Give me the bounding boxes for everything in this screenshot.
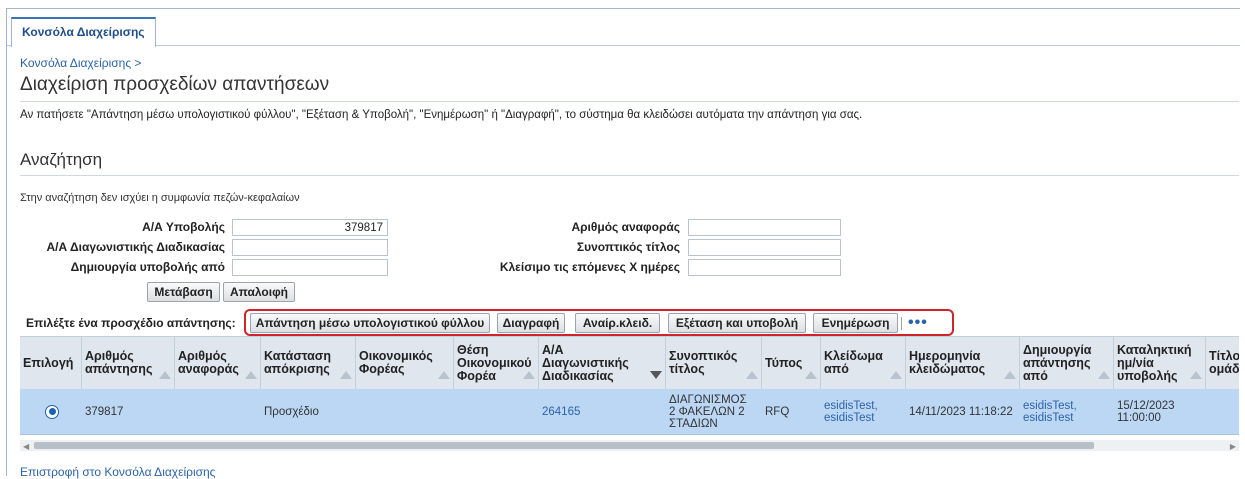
closing-days-label: Κλείσιμο τις επόμενες Χ ημέρες <box>499 260 680 274</box>
page-title: Διαχείριση προσχεδίων απαντήσεων <box>20 74 330 95</box>
cell-supplier-site <box>454 389 539 434</box>
col-header-lock-date[interactable]: Ημερομηνία κλειδώματος <box>906 337 1020 389</box>
cell-response-no: 379817 <box>85 405 124 418</box>
col-header-locked-by[interactable]: Κλείδωμα από <box>821 337 906 389</box>
col-header-competition-no[interactable]: Α/Α Διαγωνιστικής Διαδικασίας <box>539 337 666 389</box>
sort-icon[interactable] <box>890 371 902 379</box>
cell-lock-date: 14/11/2023 11:18:22 <box>909 405 1013 418</box>
cell-type: RFQ <box>765 405 790 418</box>
col-header-response-no[interactable]: Αριθμός απάντησης <box>82 337 175 389</box>
sort-icon[interactable] <box>245 371 257 379</box>
reference-no-label: Αριθμός αναφοράς <box>571 220 680 234</box>
short-title-input[interactable] <box>688 239 841 256</box>
scroll-right-icon[interactable]: ▶ <box>1230 442 1236 451</box>
competition-id-label: Α/Α Διαγωνιστικής Διαδικασίας <box>46 240 225 254</box>
created-from-label: Δημιουργία υποβολής από <box>70 260 225 274</box>
spreadsheet-response-button[interactable]: Απάντηση μέσω υπολογιστικού φύλλου <box>250 313 490 333</box>
cell-group-title <box>1206 389 1239 434</box>
col-header-type[interactable]: Τύπος <box>762 337 821 389</box>
col-header-created-by[interactable]: Δημιουργία απάντησης από <box>1020 337 1114 389</box>
breadcrumb[interactable]: Κονσόλα Διαχείρισης > <box>20 56 141 70</box>
col-header-supplier[interactable]: Οικονομικός Φορέας <box>356 337 454 389</box>
col-header-close-date[interactable]: Καταληκτική ημ/νία υποβολής <box>1114 337 1206 389</box>
submission-id-input[interactable]: 379817 <box>232 219 388 236</box>
table-header: Επιλογή Αριθμός απάντησης Αριθμός αναφορ… <box>20 336 1239 390</box>
row-select-radio[interactable] <box>45 404 59 419</box>
search-note: Στην αναζήτηση δεν ισχύει η συμφωνία πεζ… <box>20 192 300 204</box>
competition-id-input[interactable] <box>232 239 388 256</box>
sort-icon[interactable] <box>1004 371 1016 379</box>
cell-created-by-link[interactable]: esidisTest, esidisTest <box>1020 389 1114 434</box>
cell-competition-no-link[interactable]: 264165 <box>539 389 666 434</box>
sort-icon[interactable] <box>1190 371 1202 379</box>
return-to-console-link[interactable]: Επιστροφή στο Κονσόλα Διαχείρισης <box>20 465 215 479</box>
col-header-reference-no[interactable]: Αριθμός αναφοράς <box>175 337 261 389</box>
sort-desc-icon[interactable] <box>650 371 662 379</box>
col-header-group-title[interactable]: Τίτλος ομάδ <box>1206 337 1239 389</box>
scrollbar-thumb[interactable] <box>34 442 1094 449</box>
go-button[interactable]: Μετάβαση <box>147 282 220 302</box>
review-submit-button[interactable]: Εξέταση και υποβολή <box>668 313 806 333</box>
scroll-left-icon[interactable]: ◀ <box>23 442 29 451</box>
cell-supplier <box>356 389 454 434</box>
sort-icon[interactable] <box>159 371 171 379</box>
cell-locked-by-link[interactable]: esidisTest, esidisTest <box>821 389 906 434</box>
col-header-short-title[interactable]: Συνοπτικός τίτλος <box>666 337 762 389</box>
sort-icon[interactable] <box>746 371 758 379</box>
cell-status: Προσχέδιο <box>264 405 319 418</box>
info-text: Αν πατήσετε "Απάντηση μέσω υπολογιστικού… <box>20 109 863 121</box>
horizontal-scrollbar[interactable]: ◀ ▶ <box>20 440 1239 451</box>
tab-admin-console[interactable]: Κονσόλα Διαχείρισης <box>11 17 156 47</box>
submission-id-label: Α/Α Υποβολής <box>142 220 225 234</box>
update-button[interactable]: Ενημέρωση <box>813 313 898 333</box>
row-select-cell[interactable] <box>20 389 82 434</box>
title-divider <box>20 101 1239 102</box>
more-actions-icon[interactable]: ••• <box>908 314 928 332</box>
cell-short-title: ΔΙΑΓΩΝΙΣΜΟΣ 2 ΦΑΚΕΛΩΝ 2 ΣΤΑΔΙΩΝ <box>669 393 747 430</box>
sort-icon[interactable] <box>340 371 352 379</box>
short-title-label: Συνοπτικός τίτλος <box>576 240 680 254</box>
created-from-input[interactable] <box>232 259 388 276</box>
table-row[interactable]: 379817 Προσχέδιο 264165 ΔΙΑΓΩΝΙΣΜΟΣ 2 ΦΑ… <box>20 389 1239 435</box>
clear-button[interactable]: Απαλοιφή <box>223 282 295 302</box>
unlock-button[interactable]: Αναίρ.κλειδ. <box>575 313 660 333</box>
delete-button[interactable]: Διαγραφή <box>497 313 565 333</box>
sort-icon[interactable] <box>438 371 450 379</box>
col-header-select: Επιλογή <box>20 337 82 389</box>
tab-bar: Κονσόλα Διαχείρισης <box>7 9 1240 47</box>
col-header-status[interactable]: Κατάσταση απόκρισης <box>261 337 356 389</box>
closing-days-input[interactable] <box>688 259 841 276</box>
search-divider <box>20 175 1239 176</box>
select-draft-label: Επιλέξτε ένα προσχέδιο απάντησης: <box>26 316 236 330</box>
cell-close-date: 15/12/2023 11:00:00 <box>1117 399 1175 424</box>
sort-icon[interactable] <box>805 371 817 379</box>
cell-reference-no <box>175 389 261 434</box>
sort-icon[interactable] <box>1098 371 1110 379</box>
col-header-supplier-site[interactable]: Θέση Οικονομικού Φορέα <box>454 337 539 389</box>
sort-icon[interactable] <box>523 371 535 379</box>
search-section-title: Αναζήτηση <box>20 150 103 169</box>
reference-no-input[interactable] <box>688 219 841 236</box>
toolbar-separator <box>901 317 902 330</box>
